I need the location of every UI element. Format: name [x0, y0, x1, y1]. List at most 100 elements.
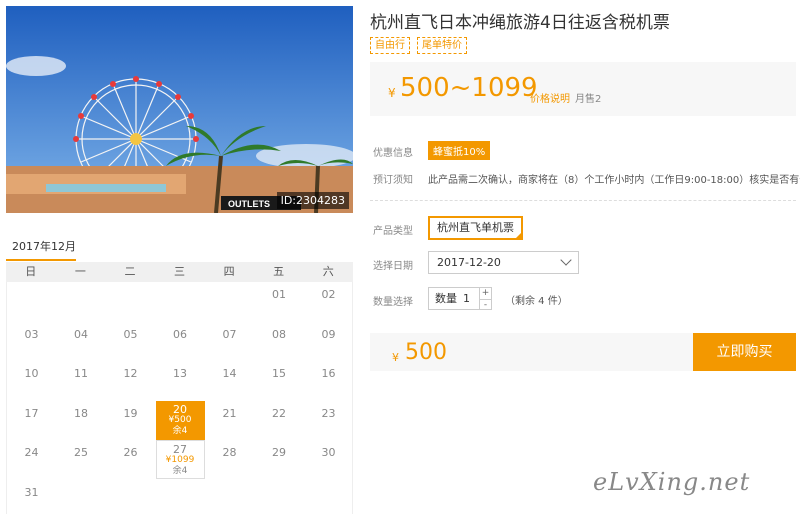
calendar-day: 04	[57, 322, 106, 361]
calendar-day-number: 29	[272, 446, 286, 459]
calendar-day[interactable]: 20 ¥500 余4	[155, 400, 205, 440]
calendar-day-stock: 余4	[172, 425, 188, 436]
calendar-day-number: 23	[321, 406, 336, 420]
price-explain-link[interactable]: 价格说明	[530, 90, 570, 105]
calendar-day-number: 18	[74, 406, 88, 420]
calendar-day: 19	[106, 401, 155, 440]
buy-now-button[interactable]: 立即购买	[693, 333, 796, 371]
calendar-day-number: 26	[123, 446, 138, 459]
ferris-wheel-photo: OUTLETS	[6, 6, 353, 213]
price-currency: ¥	[388, 86, 396, 100]
calendar-day: 08	[255, 322, 304, 361]
calendar-day: 05	[106, 322, 155, 361]
calendar-day[interactable]: 27 ¥1099 余4	[155, 440, 205, 479]
date-label: 选择日期	[373, 261, 413, 272]
calendar-day: 07	[205, 322, 254, 361]
product-type-label: 产品类型	[373, 226, 413, 237]
quantity-label: 数量选择	[373, 297, 413, 308]
remaining-stock: （剩余 4 件）	[505, 296, 568, 307]
calendar-grid: 01 02 03 04 05 06 07 08 09 10 11 12 13 14 15 16 17 18 19 20…	[6, 282, 353, 514]
selected-corner-icon	[514, 231, 523, 240]
calendar-day-price: ¥500	[168, 414, 192, 425]
calendar-day-number: 16	[321, 367, 336, 380]
calendar-day: 12	[106, 361, 155, 400]
calendar-day: 16	[304, 361, 353, 400]
calendar-day-number: 19	[123, 406, 138, 420]
date-select[interactable]: 2017-12-20	[428, 251, 579, 274]
calendar-day-number: 21	[222, 406, 237, 420]
calendar-day-number: 09	[321, 327, 336, 341]
product-type-option[interactable]: 杭州直飞单机票	[428, 216, 523, 240]
date-select-value: 2017-12-20	[437, 256, 501, 269]
calendar-month-underline	[6, 259, 76, 261]
calendar-day: 14	[205, 361, 254, 400]
calendar-day-number: 31	[24, 485, 39, 499]
quantity-stepper: + -	[480, 287, 492, 310]
calendar-day: 15	[255, 361, 304, 400]
calendar-day-number: 17	[24, 406, 39, 420]
product-type-value: 杭州直飞单机票	[437, 221, 514, 234]
monthly-sales: 月售2	[575, 94, 602, 105]
calendar-day: 06	[156, 322, 205, 361]
calendar-day-number: 01	[272, 288, 286, 301]
total-currency: ¥	[392, 351, 399, 364]
calendar-day: 24	[7, 440, 56, 479]
weekday-label: 日	[25, 265, 37, 278]
weekday-label: 四	[223, 265, 235, 278]
calendar-day: 01	[255, 282, 304, 321]
tag-free-travel: 自由行	[370, 37, 410, 54]
weekday-label: 五	[273, 265, 285, 278]
chevron-down-icon	[560, 254, 572, 266]
calendar-day-number: 07	[222, 327, 237, 341]
product-title: 杭州直飞日本冲绳旅游4日往返含税机票	[370, 13, 670, 33]
calendar-day: 26	[106, 440, 155, 479]
calendar-day-number: 02	[321, 288, 336, 301]
quantity-increment-button[interactable]: +	[480, 288, 491, 299]
calendar-weekday-header: 日一二三四五六	[6, 262, 353, 282]
site-watermark: eLvXing.net	[593, 468, 751, 496]
calendar-month-tab[interactable]: 2017年12月	[6, 238, 76, 254]
calendar-day-number: 25	[74, 446, 88, 459]
photo-id-label: ID:2304283	[276, 192, 349, 209]
promo-badge: 蜂蜜抵10%	[428, 141, 491, 160]
calendar-day-number: 22	[272, 406, 286, 420]
product-photo: OUTLETS ID:2304283	[6, 6, 353, 213]
calendar-day-stock: 余4	[172, 466, 188, 476]
quantity-input[interactable]: 数量 1	[428, 287, 480, 310]
weekday-label: 三	[174, 265, 186, 278]
calendar-day-number: 11	[74, 367, 88, 380]
calendar-day-price: ¥1099	[165, 455, 195, 465]
promo-label: 优惠信息	[373, 148, 413, 159]
tag-last-minute: 尾单特价	[417, 37, 467, 54]
calendar-day-number: 10	[24, 367, 39, 380]
notice-label: 预订须知	[373, 175, 413, 186]
weekday-label: 二	[124, 265, 136, 278]
calendar-day: 10	[7, 361, 56, 400]
calendar-day-number: 04	[74, 327, 88, 341]
calendar-day: 21	[205, 401, 254, 440]
calendar-day: 13	[156, 361, 205, 400]
total-price: 500	[405, 340, 447, 365]
quantity-decrement-button[interactable]: -	[480, 299, 491, 310]
calendar-day-number: 12	[123, 367, 138, 380]
calendar-day: 03	[7, 322, 56, 361]
calendar-day-number: 30	[321, 446, 336, 459]
calendar-day: 22	[255, 401, 304, 440]
calendar-day-number: 08	[272, 327, 286, 341]
calendar-day: 28	[205, 440, 254, 479]
calendar-day-number: 05	[123, 327, 138, 341]
calendar-day: 18	[57, 401, 106, 440]
outlet-sign: OUTLETS	[228, 199, 270, 209]
calendar-day-number: 24	[24, 446, 39, 459]
calendar-day: 17	[7, 401, 56, 440]
weekday-label: 一	[74, 265, 86, 278]
calendar-day: 09	[304, 322, 353, 361]
weekday-label: 六	[322, 265, 334, 278]
calendar-day: 25	[57, 440, 106, 479]
calendar-day: 31	[7, 480, 56, 516]
calendar-day-number: 13	[173, 367, 187, 380]
calendar-day: 02	[304, 282, 353, 321]
section-divider	[370, 200, 796, 201]
calendar-day-number: 15	[272, 367, 286, 380]
price-range: 500~1099	[400, 73, 538, 103]
